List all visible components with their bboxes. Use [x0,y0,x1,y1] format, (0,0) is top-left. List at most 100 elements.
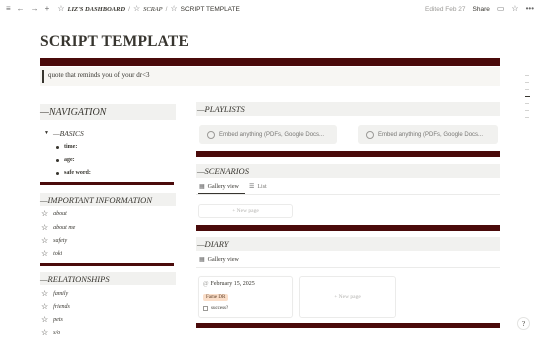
accent-bar [40,58,500,66]
tab-list[interactable]: ☰ List [249,183,267,190]
page-title: SCRIPT TEMPLATE [40,33,189,50]
scenarios-heading: —SCENARIOS [197,166,249,176]
toc-marker[interactable] [525,103,529,104]
add-icon[interactable]: + [45,0,50,18]
list-icon: ☰ [249,183,255,190]
toc-marker[interactable] [525,110,529,111]
star-icon: ☆ [41,328,49,337]
toc-marker[interactable] [525,117,529,118]
embed-block[interactable]: Embed anything (PDFs, Google Docs... [199,125,337,144]
link-about-me[interactable]: ☆ about me [41,224,75,232]
status-badge: Fame DR [203,294,229,301]
embed-icon [366,130,374,139]
diary-heading: —DIARY [197,239,229,249]
diary-heading-bg [196,237,500,251]
important-information-heading: —IMPORTANT INFORMATION [40,195,152,205]
top-bar-right: Edited Feb 27 Share ▭ ☆ ••• [425,0,534,18]
link-s-o[interactable]: ☆ s/o [41,329,60,337]
divider-bar [40,182,174,185]
quote-callout[interactable]: quote that reminds you of your dr<3 [40,67,500,86]
top-bar-left: ≡ ← → + ☆ LIZ'S DASHBOARD / ☆ SCRAP / ☆ … [6,0,240,18]
toc-marker[interactable] [525,82,529,83]
new-page-button[interactable]: + New page [198,204,293,218]
bullet-dot [56,171,59,175]
card-date-text: February 15, 2025 [210,281,255,287]
star-icon: ☆ [41,249,49,258]
quote-line [42,70,44,83]
link-pets[interactable]: ☆ pets [41,316,63,324]
star-icon: ☆ [41,315,49,324]
diary-card[interactable]: @ February 15, 2025 Fame DR success? [198,276,293,318]
tab-divider [196,267,500,268]
basics-item-safe-word: safe word: [64,170,91,176]
breadcrumb-script-template[interactable]: SCRIPT TEMPLATE [181,6,240,13]
star-icon: ☆ [132,4,141,13]
star-icon: ☆ [41,302,49,311]
embed-placeholder: Embed anything (PDFs, Google Docs... [219,131,325,138]
share-button[interactable]: Share [473,6,490,13]
link-label: about me [53,225,76,231]
link-label: toki [53,251,63,257]
tab-label: List [257,183,267,190]
star-icon: ☆ [41,223,49,232]
comment-icon[interactable]: ▭ [497,0,505,18]
tab-label: Gallery view [207,256,239,263]
gallery-icon: ▦ [199,183,205,190]
quote-text: quote that reminds you of your dr<3 [48,71,150,79]
tab-divider [196,194,500,195]
relationships-heading: —RELATIONSHIPS [40,274,110,284]
link-label: pets [53,317,63,323]
edited-timestamp: Edited Feb 27 [425,5,466,13]
link-about[interactable]: ☆ about [41,210,67,218]
checkbox-icon[interactable] [203,306,208,311]
card-checkbox[interactable]: success? [203,306,228,311]
top-bar: ≡ ← → + ☆ LIZ'S DASHBOARD / ☆ SCRAP / ☆ … [0,0,540,18]
card-title: @ February 15, 2025 [203,281,255,287]
tab-diary-gallery-view[interactable]: ▦ Gallery view [199,256,239,263]
calendar-icon: @ [203,281,209,287]
breadcrumb-separator: / [165,5,168,13]
bullet-dot [56,158,59,162]
gallery-icon: ▦ [199,256,205,263]
playlists-heading: —PLAYLISTS [197,104,245,114]
tab-gallery-view[interactable]: ▦ Gallery view [199,183,239,190]
help-button[interactable]: ? [517,317,530,330]
divider-bar [196,323,500,328]
star-icon: ☆ [41,289,49,298]
link-label: s/o [53,330,61,336]
divider-bar [196,225,500,231]
navigation-heading: —NAVIGATION [40,107,107,118]
basics-item-age: age: [64,157,75,163]
favorite-star-icon[interactable]: ☆ [511,0,518,18]
basics-toggle-label: —BASICS [52,129,84,138]
forward-arrow-icon[interactable]: → [31,0,39,18]
more-options-icon[interactable]: ••• [526,0,534,18]
toc-marker[interactable] [525,75,529,76]
link-safety[interactable]: ☆ safety [41,237,67,245]
breadcrumb-separator: / [128,5,130,13]
embed-icon [207,130,215,139]
new-page-button[interactable]: + New page [299,276,396,318]
star-icon: ☆ [57,4,65,13]
checkbox-label: success? [211,306,229,311]
basics-toggle[interactable]: ▼ —BASICS [44,129,84,138]
link-family[interactable]: ☆ family [41,290,68,298]
embed-block[interactable]: Embed anything (PDFs, Google Docs... [358,125,498,144]
toggle-triangle-icon[interactable]: ▼ [44,131,49,136]
menu-icon[interactable]: ≡ [6,0,11,18]
star-icon: ☆ [41,209,49,218]
divider-bar [40,263,174,266]
toc-marker[interactable] [525,89,529,90]
link-label: safety [53,238,68,244]
link-toki[interactable]: ☆ toki [41,250,62,258]
link-label: family [53,291,69,297]
breadcrumb-scrap[interactable]: SCRAP [143,6,163,13]
toc-marker-active[interactable] [525,96,530,97]
breadcrumb-dashboard[interactable]: LIZ'S DASHBOARD [68,6,126,13]
list-item: age: [56,157,75,163]
back-arrow-icon[interactable]: ← [17,0,25,18]
star-icon: ☆ [41,236,49,245]
link-friends[interactable]: ☆ friends [41,303,70,311]
link-label: about [53,211,67,217]
list-item: safe word: [56,170,91,176]
